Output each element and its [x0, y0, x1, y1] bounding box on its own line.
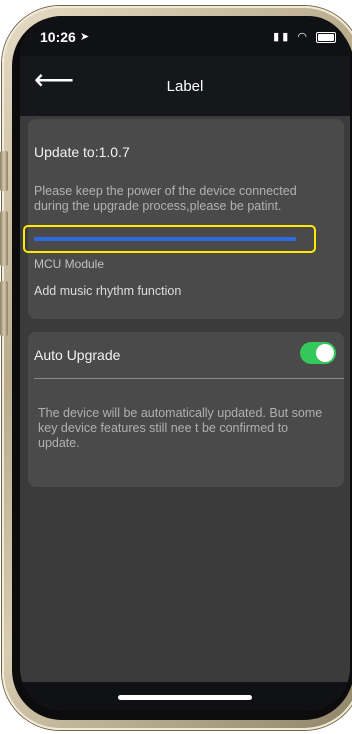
- status-time: 10:26: [40, 29, 76, 45]
- auto-upgrade-card: Auto Upgrade The device will be automati…: [28, 332, 344, 487]
- auto-upgrade-toggle[interactable]: [300, 342, 336, 364]
- feature-description: Add music rhythm function: [34, 284, 182, 298]
- auto-upgrade-description: The device will be automatically updated…: [38, 406, 323, 450]
- signal-icon: ▮▮: [273, 31, 292, 43]
- update-card: Update to:1.0.7 Please keep the power of…: [23, 119, 344, 319]
- toggle-knob: [316, 344, 334, 362]
- volume-down-button: [0, 281, 8, 336]
- module-name: MCU Module: [34, 257, 105, 271]
- page-title: Label: [166, 78, 204, 95]
- battery-icon: [316, 31, 336, 43]
- status-bar: 10:26 ➤ ▮▮ ◠: [20, 16, 350, 56]
- auto-upgrade-label: Auto Upgrade: [34, 347, 121, 363]
- volume-up-button: [0, 211, 8, 266]
- update-title: Update to:1.0.7: [34, 144, 130, 160]
- divider: [34, 378, 344, 379]
- update-description: Please keep the power of the device conn…: [34, 184, 297, 213]
- status-icons: ▮▮ ◠: [273, 30, 336, 43]
- home-indicator[interactable]: [118, 695, 252, 700]
- wifi-icon: ◠: [297, 31, 310, 43]
- highlight-box: [23, 225, 316, 253]
- nav-bar: ⟵ Label: [20, 56, 350, 116]
- mute-switch: [0, 151, 8, 191]
- app-screen: 10:26 ➤ ▮▮ ◠ ⟵ Label Update to:1.0.7 Ple…: [20, 16, 350, 710]
- location-icon: ➤: [80, 31, 90, 43]
